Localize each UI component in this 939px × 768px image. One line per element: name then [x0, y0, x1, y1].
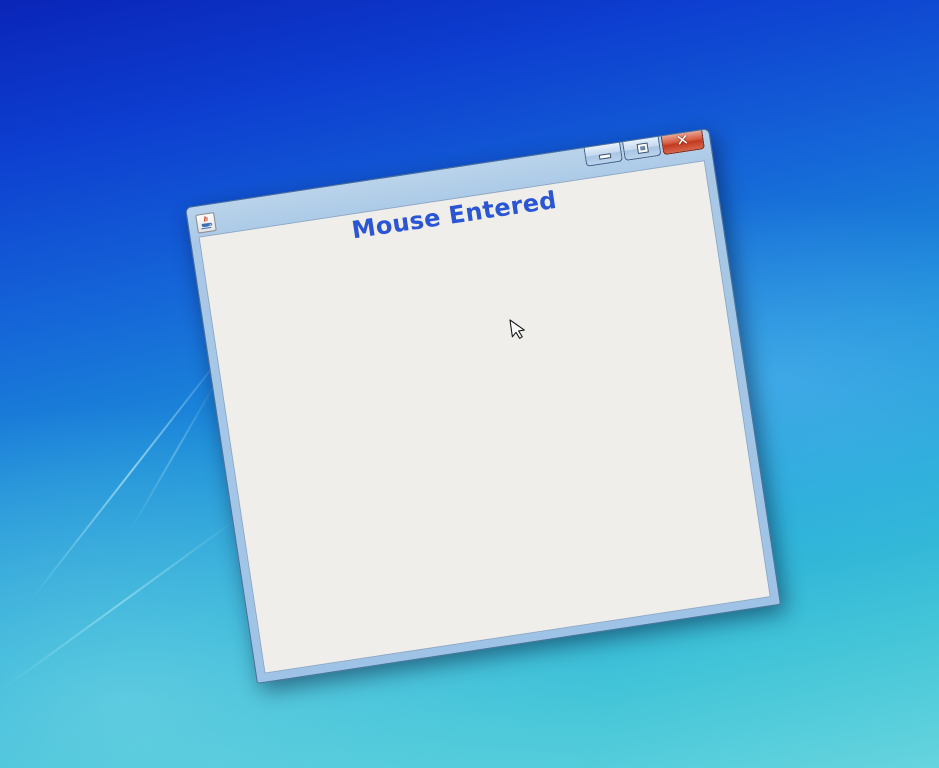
desktop-light-streak: [29, 340, 234, 602]
close-icon: ✕: [674, 130, 691, 151]
java-icon[interactable]: [195, 212, 217, 234]
minimize-icon: [598, 153, 612, 160]
content-pane[interactable]: Mouse Entered: [198, 160, 771, 674]
maximize-button[interactable]: [622, 136, 662, 162]
desktop-light-streak: [0, 513, 244, 692]
close-button[interactable]: ✕: [660, 130, 706, 156]
caption-buttons: ✕: [583, 130, 706, 167]
maximize-icon: [636, 142, 649, 154]
app-window[interactable]: ✕ Mouse Entered: [184, 128, 782, 684]
minimize-button[interactable]: [583, 142, 623, 167]
arrow-cursor-icon: [509, 319, 525, 339]
